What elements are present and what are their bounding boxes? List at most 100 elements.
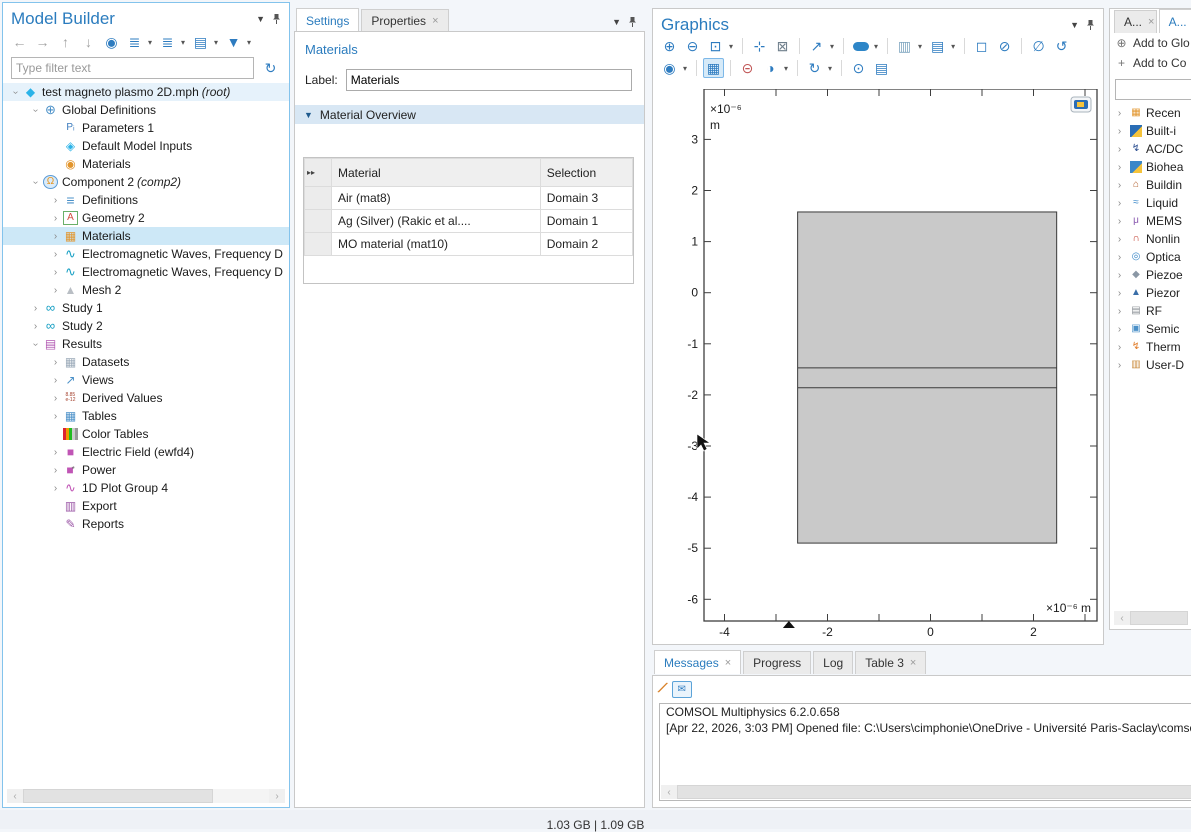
material-search-input[interactable] bbox=[1115, 79, 1191, 100]
column-header[interactable]: Selection bbox=[540, 159, 632, 187]
library-item-piezoresistivity[interactable]: ›▲Piezor bbox=[1110, 284, 1191, 302]
chevron-right-icon[interactable]: › bbox=[1113, 180, 1126, 191]
tree-item-global-definitions[interactable]: ›⊕Global Definitions bbox=[3, 101, 289, 119]
chevron-right-icon[interactable]: › bbox=[49, 447, 62, 458]
tree-item-datasets[interactable]: ›▦Datasets bbox=[3, 353, 289, 371]
close-icon[interactable]: × bbox=[725, 657, 731, 669]
chevron-right-icon[interactable]: › bbox=[1113, 360, 1126, 371]
library-item-liquids[interactable]: ›≈Liquid bbox=[1110, 194, 1191, 212]
library-item-built-in[interactable]: ›Built-i bbox=[1110, 122, 1191, 140]
close-icon[interactable]: × bbox=[910, 657, 916, 669]
reset-hiding-icon[interactable]: ↺ bbox=[1051, 36, 1072, 56]
go-to-view-icon[interactable]: ↗ bbox=[806, 36, 827, 56]
zoom-selected-icon[interactable]: ⊠ bbox=[772, 36, 793, 56]
chevron-right-icon[interactable]: › bbox=[1113, 162, 1126, 173]
panel-menu-icon[interactable]: ▼ bbox=[256, 14, 265, 24]
messages-tab-messages[interactable]: Messages× bbox=[654, 650, 741, 674]
chevron-down-icon[interactable]: › bbox=[10, 86, 21, 99]
scroll-thumb[interactable] bbox=[23, 789, 213, 803]
library-item-user-defined[interactable]: ›▥User-D bbox=[1110, 356, 1191, 374]
table-cell[interactable]: Domain 1 bbox=[540, 210, 632, 233]
action-add-to-glo[interactable]: ⊕Add to Glo bbox=[1110, 33, 1191, 53]
move-down-icon[interactable]: ↓ bbox=[78, 32, 99, 52]
filter-icon[interactable]: ▼ bbox=[223, 32, 244, 52]
collapse-tree-dropdown-icon[interactable]: ▾ bbox=[181, 38, 185, 47]
zoom-box-icon[interactable]: ⊡ bbox=[705, 36, 726, 56]
scroll-left-icon[interactable]: ‹ bbox=[1114, 611, 1130, 625]
tree-item-definitions[interactable]: ›≡Definitions bbox=[3, 191, 289, 209]
chevron-right-icon[interactable]: › bbox=[49, 195, 62, 206]
table-cell[interactable]: Air (mat8) bbox=[332, 187, 541, 210]
model-tree-columns-icon[interactable]: ▤ bbox=[190, 32, 211, 52]
chevron-right-icon[interactable]: › bbox=[1113, 288, 1126, 299]
forward-icon[interactable]: → bbox=[32, 32, 53, 52]
table-row[interactable]: Ag (Silver) (Rakic et al....Domain 1 bbox=[305, 210, 633, 233]
collapse-triangle-icon[interactable]: ▼ bbox=[304, 110, 313, 120]
zoom-in-icon[interactable]: ⊕ bbox=[659, 36, 680, 56]
tree-item-study-2[interactable]: ›∞Study 2 bbox=[3, 317, 289, 335]
chevron-right-icon[interactable]: › bbox=[1113, 144, 1126, 155]
tree-item-views[interactable]: ›↗Views bbox=[3, 371, 289, 389]
scroll-right-icon[interactable]: › bbox=[269, 789, 285, 803]
hide-objects-icon[interactable]: ∅ bbox=[1028, 36, 1049, 56]
expand-tree-icon[interactable]: ≣ bbox=[124, 32, 145, 52]
tree-item-materials[interactable]: ›▦Materials bbox=[3, 227, 289, 245]
tree-item-materials[interactable]: ◉Materials bbox=[3, 155, 289, 173]
tree-item-electric-field-ewfd4[interactable]: ›■Electric Field (ewfd4) bbox=[3, 443, 289, 461]
collapse-tree-icon[interactable]: ≣ bbox=[157, 32, 178, 52]
addmaterial-tab-a[interactable]: A...× bbox=[1114, 10, 1157, 33]
library-item-semiconductor[interactable]: ›▣Semic bbox=[1110, 320, 1191, 338]
chevron-right-icon[interactable]: › bbox=[1113, 324, 1126, 335]
color-palette-dropdown-icon[interactable]: ▾ bbox=[784, 64, 788, 73]
chevron-right-icon[interactable]: › bbox=[1113, 234, 1126, 245]
tree-item-parameters-1[interactable]: PᵢParameters 1 bbox=[3, 119, 289, 137]
library-item-piezoelectric[interactable]: ›◆Piezoe bbox=[1110, 266, 1191, 284]
table-cell[interactable]: Domain 3 bbox=[540, 187, 632, 210]
messages-tab-log[interactable]: Log bbox=[813, 651, 853, 674]
table-cell[interactable]: Ag (Silver) (Rakic et al.... bbox=[332, 210, 541, 233]
tree-item-derived-values[interactable]: ›8.85e-12Derived Values bbox=[3, 389, 289, 407]
messages-log[interactable]: COMSOL Multiphysics 6.2.0.658[Apr 22, 20… bbox=[659, 703, 1191, 801]
pin-icon[interactable] bbox=[272, 13, 281, 25]
panel-menu-icon[interactable]: ▼ bbox=[1070, 20, 1079, 30]
model-builder-hscrollbar[interactable]: ‹ › bbox=[7, 789, 285, 803]
tree-item-reports[interactable]: ✎Reports bbox=[3, 515, 289, 533]
plot-canvas[interactable]: 3210-1-2-3-4-5-6-4-202×10⁻⁶m×10⁻⁶ m bbox=[653, 89, 1104, 645]
clear-icon[interactable]: ∕ bbox=[659, 680, 665, 698]
deselect-box-icon[interactable]: ⊘ bbox=[994, 36, 1015, 56]
label-input[interactable] bbox=[346, 69, 632, 91]
chevron-right-icon[interactable]: › bbox=[1113, 342, 1126, 353]
addmaterial-hscrollbar[interactable]: ‹ bbox=[1114, 611, 1188, 625]
tree-item-electromagnetic-waves-frequency-d[interactable]: ›∿Electromagnetic Waves, Frequency D bbox=[3, 263, 289, 281]
pin-icon[interactable] bbox=[628, 16, 637, 28]
tree-item-test-magneto-plasmo-2d-mph[interactable]: ›◆test magneto plasmo 2D.mph(root) bbox=[3, 83, 289, 101]
library-item-bioheat[interactable]: ›Biohea bbox=[1110, 158, 1191, 176]
settings-tab-settings[interactable]: Settings bbox=[296, 8, 359, 32]
model-tree-columns-dropdown-icon[interactable]: ▾ bbox=[214, 38, 218, 47]
zoom-extents-icon[interactable]: ⊹ bbox=[749, 36, 770, 56]
chevron-right-icon[interactable]: › bbox=[1113, 108, 1126, 119]
show-icon[interactable]: ◉ bbox=[101, 32, 122, 52]
pin-icon[interactable] bbox=[1086, 19, 1095, 31]
messages-hscrollbar[interactable]: ‹ bbox=[661, 785, 1191, 799]
action-add-to-co[interactable]: +Add to Co bbox=[1110, 53, 1191, 73]
chevron-right-icon[interactable]: › bbox=[49, 357, 62, 368]
panel-menu-icon[interactable]: ▼ bbox=[612, 17, 621, 27]
material-overview-section[interactable]: ▼ Material Overview bbox=[295, 105, 644, 124]
addmaterial-tab-a[interactable]: A... bbox=[1159, 9, 1191, 33]
snapshot-icon[interactable]: ⊙ bbox=[848, 58, 869, 78]
chevron-down-icon[interactable]: › bbox=[30, 176, 41, 189]
email-icon[interactable]: ✉ bbox=[672, 681, 692, 698]
scroll-thumb[interactable] bbox=[677, 785, 1191, 799]
refresh-icon[interactable]: ↻ bbox=[260, 58, 281, 78]
print-icon[interactable]: ▤ bbox=[871, 58, 892, 78]
close-icon[interactable]: × bbox=[1148, 16, 1154, 28]
tree-item-power[interactable]: ›■*Power bbox=[3, 461, 289, 479]
tree-item-1d-plot-group-4[interactable]: ›∿1D Plot Group 4 bbox=[3, 479, 289, 497]
filter-input[interactable] bbox=[11, 57, 254, 79]
tree-item-default-model-inputs[interactable]: ◈Default Model Inputs bbox=[3, 137, 289, 155]
tree-item-component-2[interactable]: ›ΩComponent 2(comp2) bbox=[3, 173, 289, 191]
table-cell[interactable]: MO material (mat10) bbox=[332, 233, 541, 256]
tree-item-electromagnetic-waves-frequency-d[interactable]: ›∿Electromagnetic Waves, Frequency D bbox=[3, 245, 289, 263]
image-export2-icon[interactable]: ▤ bbox=[927, 36, 948, 56]
